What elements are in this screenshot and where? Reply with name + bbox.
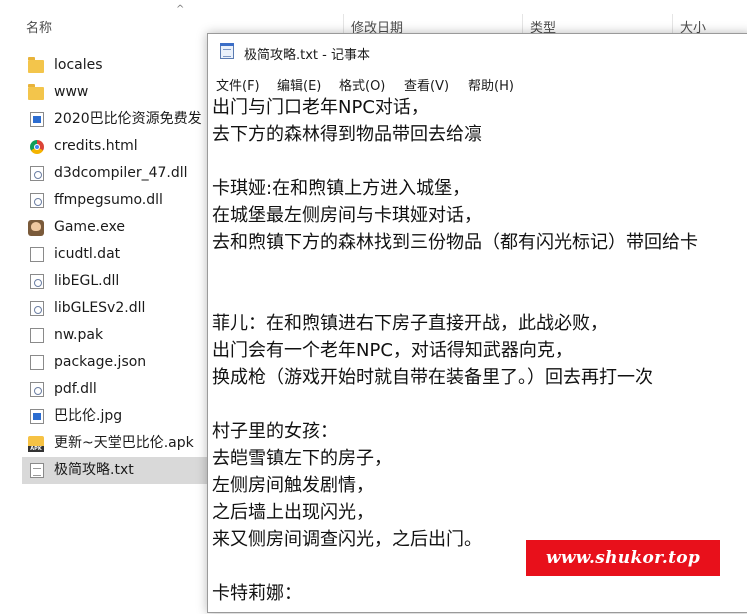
menu-format[interactable]: 格式(O) — [339, 75, 385, 94]
file-name-label: www — [54, 84, 89, 100]
blank-file-icon — [30, 247, 44, 262]
text-file-icon — [30, 463, 44, 478]
dll-file-icon — [30, 274, 44, 289]
folder-icon — [28, 84, 44, 100]
text-line: 去和煦镇下方的森林找到三份物品（都有闪光标记）带回给卡 — [212, 232, 698, 253]
file-name-label: 极简攻略.txt — [54, 462, 134, 478]
image-file-icon — [30, 112, 44, 127]
dll-file-icon — [30, 193, 44, 208]
file-name-label: icudtl.dat — [54, 246, 121, 262]
text-line: 左侧房间触发剧情， — [212, 475, 374, 496]
blank-file-icon — [30, 328, 44, 343]
text-line: 卡琪娅:在和煦镇上方进入城堡， — [212, 178, 471, 199]
menu-file[interactable]: 文件(F) — [216, 75, 260, 94]
dll-file-icon — [30, 301, 44, 316]
text-line — [212, 148, 747, 175]
game-app-icon — [28, 220, 44, 236]
file-name-label: pdf.dll — [54, 381, 97, 397]
file-name-label: credits.html — [54, 138, 138, 154]
column-header-name[interactable]: 名称 — [26, 17, 52, 36]
file-name-label: 2020巴比伦资源免费发 — [54, 111, 202, 127]
file-name-label: Game.exe — [54, 219, 125, 235]
blank-file-icon — [30, 355, 44, 370]
text-line: 村子里的女孩： — [212, 421, 338, 442]
text-line: 之后墙上出现闪光， — [212, 502, 374, 523]
file-name-label: libGLESv2.dll — [54, 300, 146, 316]
text-line: 出门会有一个老年NPC，对话得知武器向克， — [212, 340, 573, 361]
sort-ascending-icon: ^ — [176, 4, 185, 15]
text-line: 在城堡最左侧房间与卡琪娅对话， — [212, 205, 482, 226]
watermark-banner: www.shukor.top — [526, 540, 720, 576]
text-line: 换成枪（游戏开始时就自带在装备里了。）回去再打一次 — [212, 367, 653, 388]
text-line — [212, 283, 747, 310]
text-editor-area[interactable]: 出门与门口老年NPC对话， 去下方的森林得到物品带回去给凛 卡琪娅:在和煦镇上方进入… — [212, 94, 747, 614]
dll-file-icon — [30, 382, 44, 397]
file-name-label: libEGL.dll — [54, 273, 120, 289]
text-line: 去下方的森林得到物品带回去给凛 — [212, 124, 482, 145]
file-name-label: 更新~天堂巴比伦.apk — [54, 435, 194, 451]
file-name-label: 巴比伦.jpg — [54, 408, 123, 424]
notepad-window[interactable]: 极简攻略.txt - 记事本 文件(F) 编辑(E) 格式(O) 查看(V) 帮… — [207, 33, 747, 613]
menu-edit[interactable]: 编辑(E) — [277, 75, 321, 94]
image-file-icon — [30, 409, 44, 424]
text-line — [212, 391, 747, 418]
menu-bar: 文件(F) 编辑(E) 格式(O) 查看(V) 帮助(H) — [208, 72, 747, 94]
folder-icon — [28, 57, 44, 73]
apk-file-icon — [28, 436, 44, 452]
file-name-label: nw.pak — [54, 327, 104, 343]
notepad-icon — [220, 43, 234, 59]
file-name-label: ffmpegsumo.dll — [54, 192, 163, 208]
title-bar[interactable]: 极简攻略.txt - 记事本 — [208, 34, 747, 68]
text-line — [212, 256, 747, 283]
file-name-label: d3dcompiler_47.dll — [54, 165, 188, 181]
text-line: 菲儿：在和煦镇进右下房子直接开战，此战必败， — [212, 313, 608, 334]
dll-file-icon — [30, 166, 44, 181]
window-title: 极简攻略.txt - 记事本 — [244, 48, 370, 63]
text-line: 出门与门口老年NPC对话， — [212, 97, 429, 118]
file-name-label: package.json — [54, 354, 147, 370]
menu-help[interactable]: 帮助(H) — [468, 75, 514, 94]
file-name-label: locales — [54, 57, 103, 73]
chrome-icon — [30, 140, 44, 154]
menu-view[interactable]: 查看(V) — [404, 75, 449, 94]
text-line: 去皑雪镇左下的房子， — [212, 448, 392, 469]
